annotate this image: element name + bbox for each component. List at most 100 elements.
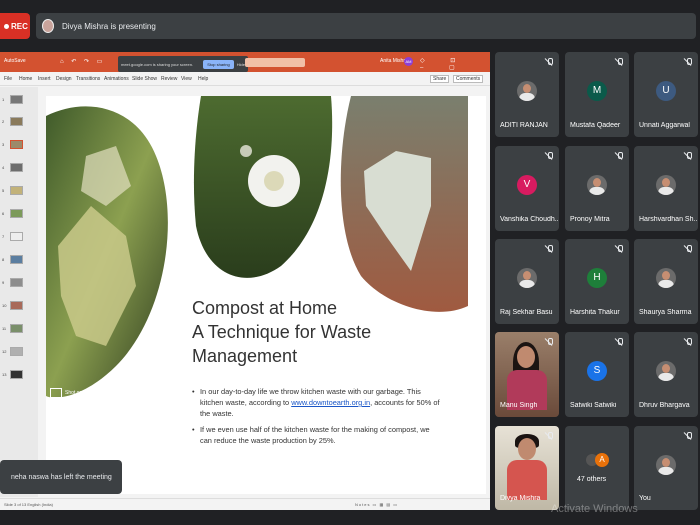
thumb-number: 7 [2,234,5,239]
mic-off-icon [545,338,553,346]
mic-off-icon [615,58,623,66]
menu-review[interactable]: Review [161,76,177,82]
slide-thumbnail[interactable] [10,301,23,310]
participant-name: Raj Sekhar Basu [500,309,553,316]
slide-thumbnail[interactable] [10,95,23,104]
participant-name: Mustafa Qadeer [570,122,621,129]
menu-design[interactable]: Design [56,76,72,82]
status-view-controls[interactable]: Notes ▭ ▦ ▤ ▭ [355,502,398,507]
participant-tile[interactable]: Harshvardhan Sh... [634,146,698,231]
others-count: 47 others [577,476,607,483]
avatar [656,361,676,381]
title-line: Management [192,346,298,366]
autosave-toggle[interactable]: AutoSave [4,58,26,64]
slide-thumbnail[interactable] [10,324,23,333]
bullet-item: If we even use half of the kitchen waste… [192,424,442,446]
thumb-number: 12 [2,349,7,354]
participant-name: Shaurya Sharma [639,309,692,316]
slide-canvas[interactable]: Shot on OnePlus Compost at Home A Techni… [46,96,486,494]
menu-transitions[interactable]: Transitions [76,76,100,82]
participant-tile[interactable]: Pronoy Mitra [565,146,629,231]
slide-thumbnail-active[interactable] [10,140,23,149]
title-line: A Technique for Waste [192,322,372,342]
thumb-number: 6 [2,211,5,216]
menu-view[interactable]: View [181,76,192,82]
mic-off-icon [545,152,553,160]
slide-thumbnail[interactable] [10,255,23,264]
slide-thumbnail[interactable] [10,186,23,195]
slide-thumbnail[interactable] [10,278,23,287]
participant-tile[interactable]: V Vanshika Choudh... [495,146,559,231]
menu-animations[interactable]: Animations [104,76,129,82]
activate-windows-watermark: Activate Windows [551,503,638,515]
participant-name: Pronoy Mitra [570,216,610,223]
avatar: M [587,81,607,101]
recording-badge: REC [0,13,30,39]
participant-tile[interactable]: A 47 others [565,426,629,510]
stop-sharing-button[interactable]: Stop sharing [203,59,234,69]
participant-tile[interactable]: Divya Mishra [495,426,559,510]
mic-off-icon [684,58,692,66]
ppt-comments-button[interactable]: Comments [453,75,484,83]
slide-thumbnail[interactable] [10,117,23,126]
downtoearth-link[interactable]: www.downtoearth.org.in [291,398,370,407]
participant-tile[interactable]: U Unnati Aggarwal [634,52,698,137]
thumb-number: 10 [2,303,7,308]
slide-bullets: In our day-to-day life we throw kitchen … [192,386,442,451]
avatar [656,268,676,288]
status-slide-info: Slide 3 of 13 English (India) [4,502,53,507]
menu-insert[interactable]: Insert [38,76,51,82]
ppt-share-button[interactable]: Share [430,75,450,83]
shot-credit: Shot on OnePlus [50,388,103,398]
presenting-banner[interactable]: Divya Mishra is presenting [36,13,696,39]
slide-thumbnail[interactable] [10,232,23,241]
avatar: U [656,81,676,101]
toast-text: neha naswa has left the meeting [11,473,112,481]
participant-name: Manu Singh [500,402,538,409]
slide-thumbnail[interactable] [10,209,23,218]
meet-window: REC Divya Mishra is presenting AutoSave … [0,0,700,525]
avatar: V [517,175,537,195]
participant-tile[interactable]: Shaurya Sharma [634,239,698,324]
avatar [517,81,537,101]
participant-name: Satwiki Satwiki [570,402,617,409]
menu-slide-show[interactable]: Slide Show [132,76,157,82]
slide-thumbnail[interactable] [10,370,23,379]
mic-off-icon [615,338,623,346]
participant-tile[interactable]: You [634,426,698,510]
shared-screen: AutoSave ⌂ ↶ ↷ ▭ meet.google.com is shar… [0,52,490,510]
slide-thumbnail[interactable] [10,163,23,172]
slide-thumbnail-pane: 1 2 3 4 5 6 7 8 9 10 11 12 13 [0,87,38,497]
avatar [587,175,607,195]
menu-help[interactable]: Help [198,76,208,82]
ppt-search-box[interactable] [245,58,305,67]
menu-file[interactable]: File [4,76,12,82]
participant-tile[interactable]: Manu Singh [495,332,559,417]
thumb-number: 9 [2,280,5,285]
mic-off-icon [545,58,553,66]
quick-access-icons[interactable]: ⌂ ↶ ↷ ▭ [60,58,105,65]
avatar [656,175,676,195]
left-meeting-toast: neha naswa has left the meeting [0,460,122,494]
participant-tile[interactable]: M Mustafa Qadeer [565,52,629,137]
mic-off-icon [684,338,692,346]
participant-tile[interactable]: S Satwiki Satwiki [565,332,629,417]
thumb-number: 11 [2,326,7,331]
rec-label: REC [11,21,28,31]
record-dot-icon [4,23,9,29]
ppt-user-avatar[interactable]: AM [404,57,413,66]
participant-tile[interactable]: ADITI RANJAN [495,52,559,137]
hide-button[interactable]: Hide [237,62,245,67]
participant-tile[interactable]: H Harshita Thakur [565,239,629,324]
avatar: S [587,361,607,381]
participant-tile[interactable]: Dhruv Bhargava [634,332,698,417]
thumb-number: 8 [2,257,5,262]
avatar [517,268,537,288]
camera-grid-icon [50,388,62,398]
participant-name: Harshvardhan Sh... [639,216,697,223]
thumb-number: 1 [2,97,5,102]
ppt-title-bar: AutoSave ⌂ ↶ ↷ ▭ meet.google.com is shar… [0,52,490,78]
menu-home[interactable]: Home [19,76,32,82]
participant-tile[interactable]: Raj Sekhar Basu [495,239,559,324]
slide-thumbnail[interactable] [10,347,23,356]
